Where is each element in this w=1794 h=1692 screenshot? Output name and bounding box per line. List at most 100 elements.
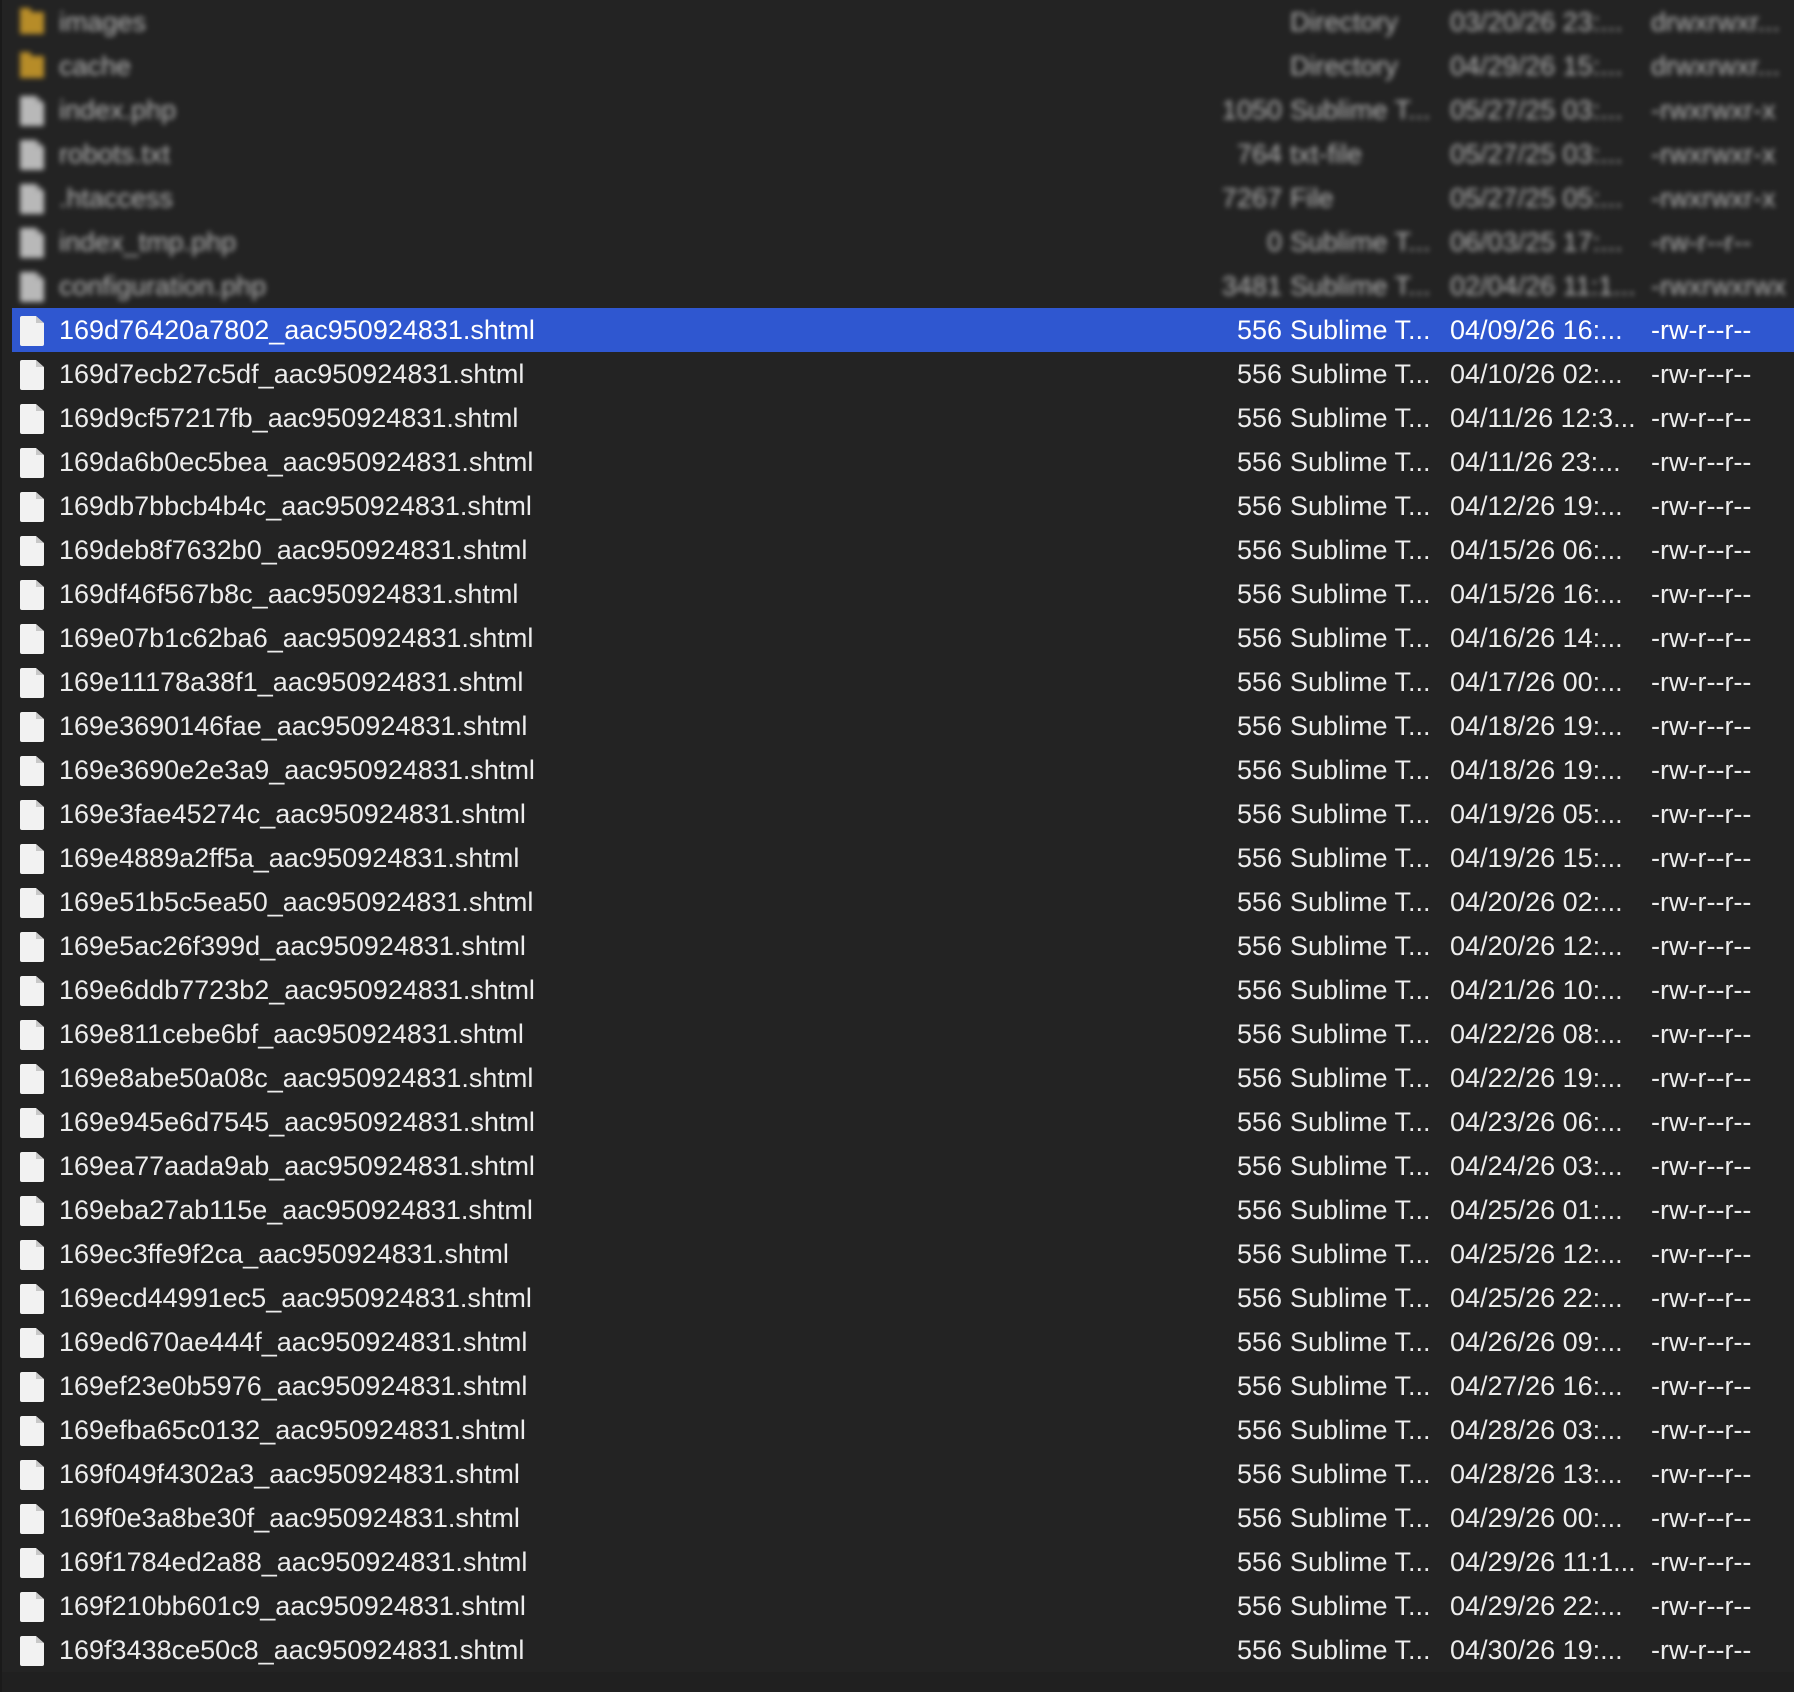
file-permissions: -rw-r--r-- xyxy=(1651,403,1752,433)
file-modified: 04/22/26 19:... xyxy=(1450,1063,1623,1093)
file-modified: 04/12/26 19:... xyxy=(1450,491,1623,521)
file-row[interactable]: 169f1784ed2a88_aac950924831.shtml 556 Subl… xyxy=(12,1540,1794,1584)
file-row[interactable]: 169e811cebe6bf_aac950924831.shtml 556 Subl… xyxy=(12,1012,1794,1056)
file-kind: File xyxy=(1290,183,1334,213)
file-icon xyxy=(20,888,44,918)
file-permissions: -rwxrwxr-x xyxy=(1651,139,1776,169)
file-row[interactable]: 169f0e3a8be30f_aac950924831.shtml 556 Subl… xyxy=(12,1496,1794,1540)
file-row[interactable]: 169e3fae45274c_aac950924831.shtml 556 Subl… xyxy=(12,792,1794,836)
file-kind: Sublime T... xyxy=(1290,403,1431,433)
file-row[interactable]: 169df46f567b8c_aac950924831.shtml 556 Subl… xyxy=(12,572,1794,616)
file-row[interactable]: 169ef23e0b5976_aac950924831.shtml 556 Subl… xyxy=(12,1364,1794,1408)
file-permissions: -rw-r--r-- xyxy=(1651,1195,1752,1225)
file-row[interactable]: 169d9cf57217fb_aac950924831.shtml 556 Subl… xyxy=(12,396,1794,440)
file-icon xyxy=(20,844,44,874)
file-row[interactable]: 169ea77aada9ab_aac950924831.shtml 556 Subl… xyxy=(12,1144,1794,1188)
file-row[interactable]: 169e11178a38f1_aac950924831.shtml 556 Subl… xyxy=(12,660,1794,704)
file-icon xyxy=(20,1240,44,1270)
file-icon xyxy=(20,1416,44,1446)
file-modified: 04/11/26 23:... xyxy=(1450,447,1621,477)
file-permissions: -rw-r--r-- xyxy=(1651,491,1752,521)
file-row[interactable]: 169e51b5c5ea50_aac950924831.shtml 556 Subl… xyxy=(12,880,1794,924)
file-permissions: -rw-r--r-- xyxy=(1651,315,1752,345)
file-row[interactable]: 169e8abe50a08c_aac950924831.shtml 556 Subl… xyxy=(12,1056,1794,1100)
file-row[interactable]: index.php 1050 Sublime T... 05/27/25 03:...… xyxy=(12,88,1794,132)
file-name: 169d76420a7802_aac950924831.shtml xyxy=(59,315,535,345)
file-size xyxy=(1152,0,1282,44)
file-row[interactable]: configuration.php 3481 Sublime T... 02/04/2… xyxy=(12,264,1794,308)
file-icon xyxy=(20,932,44,962)
file-icon xyxy=(20,1460,44,1490)
file-row[interactable]: 169efba65c0132_aac950924831.shtml 556 Subl… xyxy=(12,1408,1794,1452)
file-row[interactable]: 169ed670ae444f_aac950924831.shtml 556 Subl… xyxy=(12,1320,1794,1364)
file-size: 556 xyxy=(1236,579,1282,609)
file-size xyxy=(1152,44,1282,88)
file-size: 556 xyxy=(1236,1063,1282,1093)
file-icon xyxy=(20,800,44,830)
file-row[interactable]: 169e4889a2ff5a_aac950924831.shtml 556 Subl… xyxy=(12,836,1794,880)
file-row[interactable]: 169e3690e2e3a9_aac950924831.shtml 556 Subl… xyxy=(12,748,1794,792)
file-row[interactable]: 169ec3ffe9f2ca_aac950924831.shtml 556 Subl… xyxy=(12,1232,1794,1276)
file-row[interactable]: 169ecd44991ec5_aac950924831.shtml 556 Subl… xyxy=(12,1276,1794,1320)
file-row[interactable]: 169d7ecb27c5df_aac950924831.shtml 556 Subl… xyxy=(12,352,1794,396)
file-kind: Sublime T... xyxy=(1290,1327,1431,1357)
file-kind: Sublime T... xyxy=(1290,1107,1431,1137)
file-row[interactable]: 169e5ac26f399d_aac950924831.shtml 556 Subl… xyxy=(12,924,1794,968)
file-icon xyxy=(20,316,44,346)
file-permissions: -rw-r--r-- xyxy=(1651,1107,1752,1137)
file-icon xyxy=(20,1328,44,1358)
file-row[interactable]: 169f3438ce50c8_aac950924831.shtml 556 Subl… xyxy=(12,1628,1794,1672)
file-name: index_tmp.php xyxy=(59,227,237,257)
file-name: 169e11178a38f1_aac950924831.shtml xyxy=(59,667,524,697)
file-permissions: -rw-r--r-- xyxy=(1651,623,1752,653)
file-row[interactable]: 169e07b1c62ba6_aac950924831.shtml 556 Subl… xyxy=(12,616,1794,660)
file-row[interactable]: 169eba27ab115e_aac950924831.shtml 556 Subl… xyxy=(12,1188,1794,1232)
file-size: 556 xyxy=(1236,535,1282,565)
file-name: 169e3fae45274c_aac950924831.shtml xyxy=(59,799,526,829)
file-size: 556 xyxy=(1236,1415,1282,1445)
file-kind: Directory xyxy=(1290,7,1399,37)
file-row[interactable]: 169db7bbcb4b4c_aac950924831.shtml 556 Subl… xyxy=(12,484,1794,528)
file-kind: Sublime T... xyxy=(1290,1459,1431,1489)
file-size: 556 xyxy=(1236,887,1282,917)
file-size: 764 xyxy=(1236,139,1282,169)
file-name: 169e945e6d7545_aac950924831.shtml xyxy=(59,1107,535,1137)
file-modified: 04/25/26 01:... xyxy=(1450,1195,1623,1225)
file-row[interactable]: 169f210bb601c9_aac950924831.shtml 556 Subl… xyxy=(12,1584,1794,1628)
file-name: 169d7ecb27c5df_aac950924831.shtml xyxy=(59,359,525,389)
file-name: 169e5ac26f399d_aac950924831.shtml xyxy=(59,931,526,961)
file-modified: 04/09/26 16:... xyxy=(1450,315,1623,345)
file-permissions: -rwxrwxrwx xyxy=(1651,271,1786,301)
file-kind: Sublime T... xyxy=(1290,623,1431,653)
file-row[interactable]: index_tmp.php 0 Sublime T... 06/03/25 17:..… xyxy=(12,220,1794,264)
file-row[interactable]: cache Directory 04/29/26 15:... drwxrwxr... xyxy=(12,44,1794,88)
file-kind: Sublime T... xyxy=(1290,1591,1431,1621)
file-icon xyxy=(20,184,44,214)
file-modified: 02/04/26 11:1... xyxy=(1450,271,1636,301)
file-row[interactable]: 169deb8f7632b0_aac950924831.shtml 556 Subl… xyxy=(12,528,1794,572)
file-kind: Sublime T... xyxy=(1290,1415,1431,1445)
file-icon xyxy=(20,976,44,1006)
file-row[interactable]: 169e945e6d7545_aac950924831.shtml 556 Subl… xyxy=(12,1100,1794,1144)
file-name: images xyxy=(59,7,147,37)
file-modified: 04/19/26 05:... xyxy=(1450,799,1623,829)
file-permissions: -rw-r--r-- xyxy=(1651,1503,1752,1533)
file-size: 556 xyxy=(1236,1547,1282,1577)
file-kind: Sublime T... xyxy=(1290,931,1431,961)
file-kind: Sublime T... xyxy=(1290,1635,1431,1665)
file-name: 169efba65c0132_aac950924831.shtml xyxy=(59,1415,526,1445)
file-row[interactable]: .htaccess 7267 File 05/27/25 05:... -rwxrwxr… xyxy=(12,176,1794,220)
file-permissions: -rw-r--r-- xyxy=(1651,931,1752,961)
file-row[interactable]: robots.txt 764 txt-file 05/27/25 03:... -rwx… xyxy=(12,132,1794,176)
file-row[interactable]: 169e3690146fae_aac950924831.shtml 556 Subl… xyxy=(12,704,1794,748)
file-size: 556 xyxy=(1236,1591,1282,1621)
file-row[interactable]: 169e6ddb7723b2_aac950924831.shtml 556 Subl… xyxy=(12,968,1794,1012)
file-row-selected[interactable]: 169d76420a7802_aac950924831.shtml 556 Subl… xyxy=(12,308,1794,352)
file-permissions: -rw-r--r-- xyxy=(1651,1459,1752,1489)
file-modified: 04/24/26 03:... xyxy=(1450,1151,1623,1181)
file-row[interactable]: 169f049f4302a3_aac950924831.shtml 556 Subl… xyxy=(12,1452,1794,1496)
file-icon xyxy=(20,668,44,698)
file-modified: 04/20/26 12:... xyxy=(1450,931,1623,961)
file-row[interactable]: images Directory 03/20/26 23:... drwxrwxr..… xyxy=(12,0,1794,44)
file-row[interactable]: 169da6b0ec5bea_aac950924831.shtml 556 Subl… xyxy=(12,440,1794,484)
